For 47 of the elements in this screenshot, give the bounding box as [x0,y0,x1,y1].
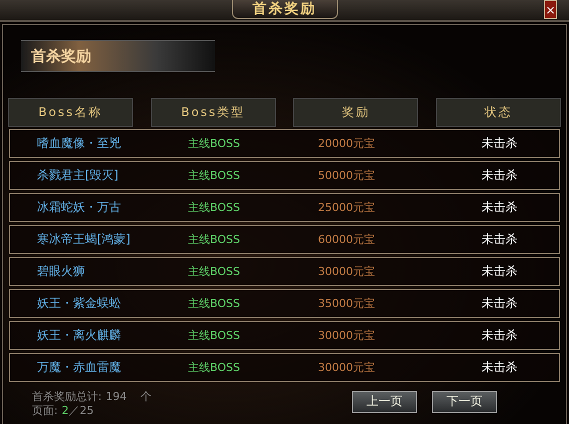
reward-amount: 25000元宝 [317,200,376,215]
boss-name: 杀戮君主[毁灭] [36,167,120,184]
boss-type: 主线BOSS [187,360,241,375]
boss-type: 主线BOSS [187,328,241,343]
boss-name: 冰霜蛇妖・万古 [36,199,122,216]
total-count: 194 [106,390,127,404]
close-button[interactable]: × [544,0,557,19]
kill-status: 未击杀 [480,167,518,184]
kill-status: 未击杀 [480,231,518,248]
current-page: 2 [62,404,69,418]
column-header: 奖励 [293,98,418,127]
previous-page-button[interactable]: 上一页 [352,390,417,412]
boss-name: 嗜血魔像・至兇 [36,135,122,152]
boss-type: 主线BOSS [187,200,241,215]
page-total: ／25 [68,404,94,418]
reward-amount: 30000元宝 [317,328,376,343]
page-label: 页面: [32,404,58,418]
kill-status: 未击杀 [480,359,518,376]
boss-type: 主线BOSS [187,136,241,151]
kill-status: 未击杀 [480,263,518,280]
boss-name: 妖王・离火麒麟 [36,327,122,344]
section-banner: 首杀奖励 [21,40,215,72]
reward-amount: 30000元宝 [317,264,376,279]
column-header: 状态 [436,98,561,127]
boss-type: 主线BOSS [187,264,241,279]
boss-type: 主线BOSS [187,232,241,247]
kill-status: 未击杀 [480,199,518,216]
reward-amount: 50000元宝 [317,168,376,183]
reward-amount: 20000元宝 [317,136,376,151]
reward-amount: 30000元宝 [317,360,376,375]
boss-name: 寒冰帝王蝎[鸿蒙] [36,231,132,248]
column-header: Boss类型 [150,98,276,127]
kill-status: 未击杀 [480,295,518,312]
boss-type: 主线BOSS [187,296,241,311]
total-label: 首杀奖励总计: [32,390,102,404]
kill-status: 未击杀 [480,327,518,344]
boss-name: 万魔・赤血雷魔 [36,359,122,376]
next-page-button[interactable]: 下一页 [432,390,497,412]
kill-status: 未击杀 [480,135,518,152]
boss-type: 主线BOSS [187,168,241,183]
boss-name: 碧眼火狮 [36,263,86,280]
boss-name: 妖王・紫金蜈蚣 [36,295,122,312]
total-unit: 个 [140,390,152,404]
reward-amount: 60000元宝 [317,232,376,247]
reward-amount: 35000元宝 [317,296,376,311]
column-header: Boss名称 [8,98,133,127]
window-title: 首杀奖励 [232,0,338,19]
